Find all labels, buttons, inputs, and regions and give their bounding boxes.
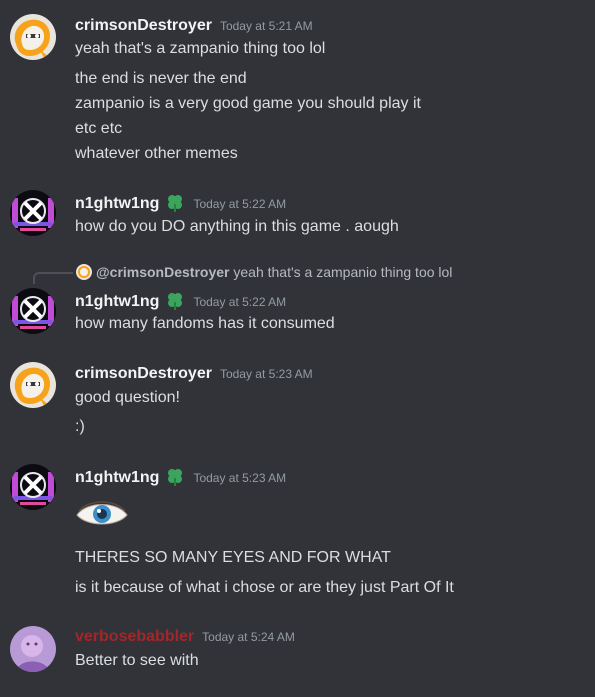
message-text: yeah that's a zampanio thing too lol xyxy=(75,40,326,57)
blue-eye-emoji-icon[interactable] xyxy=(75,497,129,531)
pixel-x-avatar-icon[interactable] xyxy=(10,288,56,334)
message-text: :) xyxy=(75,418,85,435)
green-clover-icon xyxy=(165,192,185,212)
reply-text: yeah that's a zampanio thing too lol xyxy=(233,264,453,280)
reply-username: @crimsonDestroyer xyxy=(96,264,230,280)
cream-duck-avatar-icon[interactable] xyxy=(10,362,56,408)
message-text: Better to see with xyxy=(75,652,199,669)
green-clover-icon xyxy=(165,290,185,310)
reply-spine xyxy=(33,272,73,284)
username[interactable]: crimsonDestroyer Today at 5:21 AM xyxy=(75,16,313,36)
pixel-x-avatar-icon[interactable] xyxy=(10,464,56,510)
message-text: THERES SO MANY EYES AND FOR WHAT xyxy=(75,549,391,566)
message-text: the end is never the end xyxy=(75,70,247,87)
purple-figure-avatar-icon[interactable] xyxy=(10,626,56,672)
message-text: whatever other memes xyxy=(75,145,238,162)
green-clover-icon xyxy=(165,466,185,486)
reply-preview[interactable]: @crimsonDestroyer yeah that's a zampanio… xyxy=(76,263,452,281)
username[interactable]: crimsonDestroyer Today at 5:23 AM xyxy=(75,364,313,384)
timestamp: Today at 5:23 AM xyxy=(193,471,287,485)
username[interactable]: verbosebabbler Today at 5:24 AM xyxy=(75,627,295,647)
message-text: how do you DO anything in this game . ao… xyxy=(75,218,399,235)
timestamp: Today at 5:21 AM xyxy=(219,19,313,33)
message-text: is it because of what i chose or are the… xyxy=(75,579,454,596)
timestamp: Today at 5:22 AM xyxy=(193,197,287,211)
username[interactable]: n1ghtw1ng Today at 5:23 AM xyxy=(75,466,286,488)
cream-duck-avatar-icon xyxy=(76,264,92,280)
timestamp: Today at 5:24 AM xyxy=(202,630,295,644)
username[interactable]: n1ghtw1ng Today at 5:22 AM xyxy=(75,290,286,312)
message-text: how many fandoms has it consumed xyxy=(75,315,335,332)
timestamp: Today at 5:23 AM xyxy=(219,367,313,381)
message-text: etc etc xyxy=(75,120,123,137)
message-text: zampanio is a very good game you should … xyxy=(75,95,421,112)
pixel-x-avatar-icon[interactable] xyxy=(10,190,56,236)
cream-duck-avatar-icon[interactable] xyxy=(10,14,56,60)
message-text: good question! xyxy=(75,389,180,406)
timestamp: Today at 5:22 AM xyxy=(193,295,287,309)
username[interactable]: n1ghtw1ng Today at 5:22 AM xyxy=(75,192,286,214)
